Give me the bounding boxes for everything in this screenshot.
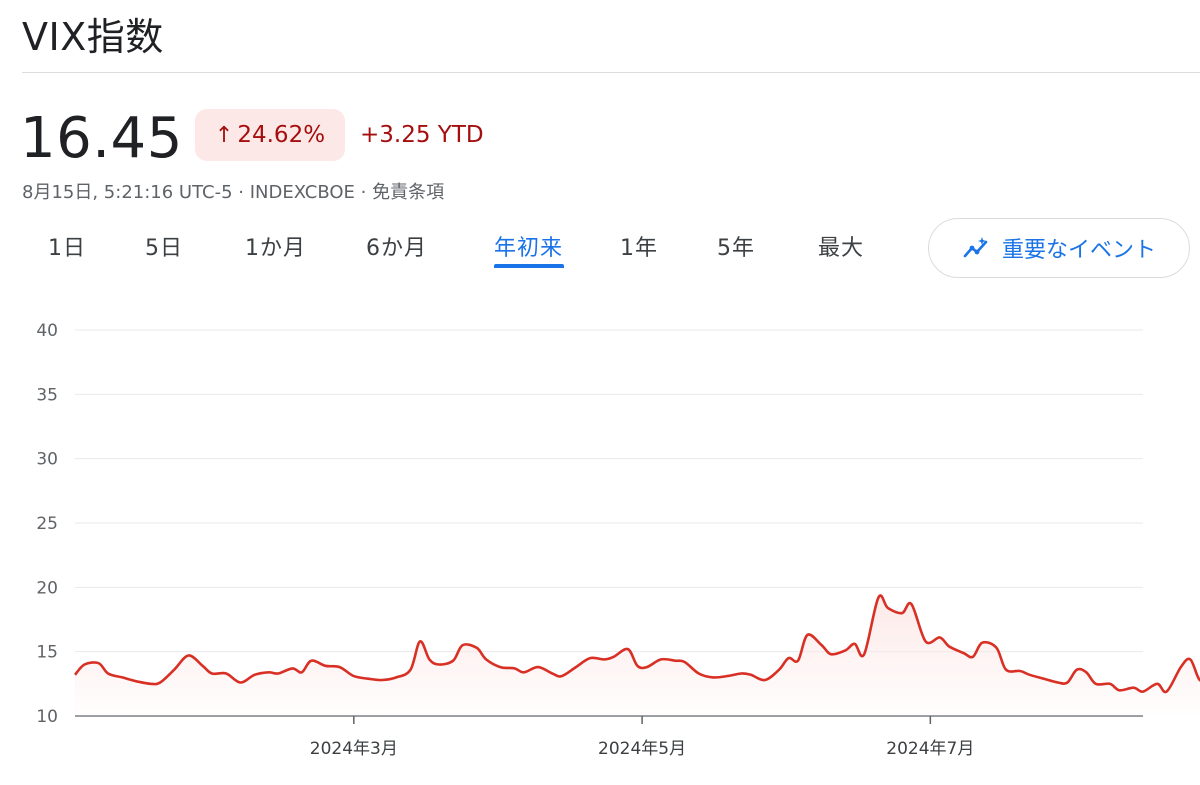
- separator: ·: [360, 182, 367, 203]
- tab-1m[interactable]: 1か月: [245, 230, 306, 262]
- x-tick-label: 2024年7月: [886, 739, 974, 759]
- tab-5d[interactable]: 5日: [145, 230, 183, 262]
- header-divider: [22, 72, 1200, 73]
- tab-1y[interactable]: 1年: [620, 230, 658, 262]
- exchange: INDEXCBOE: [249, 182, 355, 203]
- key-events-button[interactable]: 重要なイベント: [928, 218, 1190, 278]
- range-tabs: 1日 5日 1か月 6か月 年初来 1年 5年 最大: [0, 230, 920, 270]
- change-ytd: +3.25 YTD: [360, 122, 484, 148]
- y-tick-label: 15: [36, 643, 58, 663]
- x-axis: 2024年3月 2024年5月 2024年7月: [310, 716, 974, 759]
- y-tick-label: 25: [36, 514, 58, 534]
- tab-5y[interactable]: 5年: [717, 230, 755, 262]
- active-tab-indicator: [494, 264, 564, 268]
- y-axis: 10 15 20 25 30 35 40: [36, 321, 58, 727]
- y-tick-label: 35: [36, 385, 58, 405]
- quote-meta: 8月15日, 5:21:16 UTC-5 · INDEXCBOE · 免責条項: [22, 178, 444, 204]
- arrow-up-icon: ↑: [214, 122, 234, 148]
- timestamp: 8月15日, 5:21:16 UTC-5: [22, 182, 233, 203]
- price-chart: 10 15 20 25 30 35 40 2024年3月 2024年5月 2024年7月: [36, 321, 1200, 759]
- page-title: VIX指数: [22, 15, 164, 59]
- tab-ytd[interactable]: 年初来: [494, 230, 563, 262]
- y-tick-label: 30: [36, 450, 58, 470]
- separator: ·: [238, 182, 245, 203]
- tab-1d[interactable]: 1日: [48, 230, 86, 262]
- change-badge: ↑ 24.62%: [195, 109, 345, 161]
- price-area: [75, 595, 1200, 716]
- x-tick-label: 2024年5月: [598, 739, 686, 759]
- x-tick-label: 2024年3月: [310, 739, 398, 759]
- tab-max[interactable]: 最大: [818, 230, 864, 262]
- tab-6m[interactable]: 6か月: [366, 230, 427, 262]
- key-events-label: 重要なイベント: [1001, 238, 1156, 263]
- y-tick-label: 20: [36, 578, 58, 598]
- disclaimer-link[interactable]: 免責条項: [372, 182, 444, 203]
- sparkle-chart-icon: [963, 237, 988, 258]
- current-price: 16.45: [20, 106, 183, 171]
- y-tick-label: 10: [36, 707, 58, 727]
- y-tick-label: 40: [36, 321, 58, 341]
- change-percent: 24.62%: [237, 122, 326, 148]
